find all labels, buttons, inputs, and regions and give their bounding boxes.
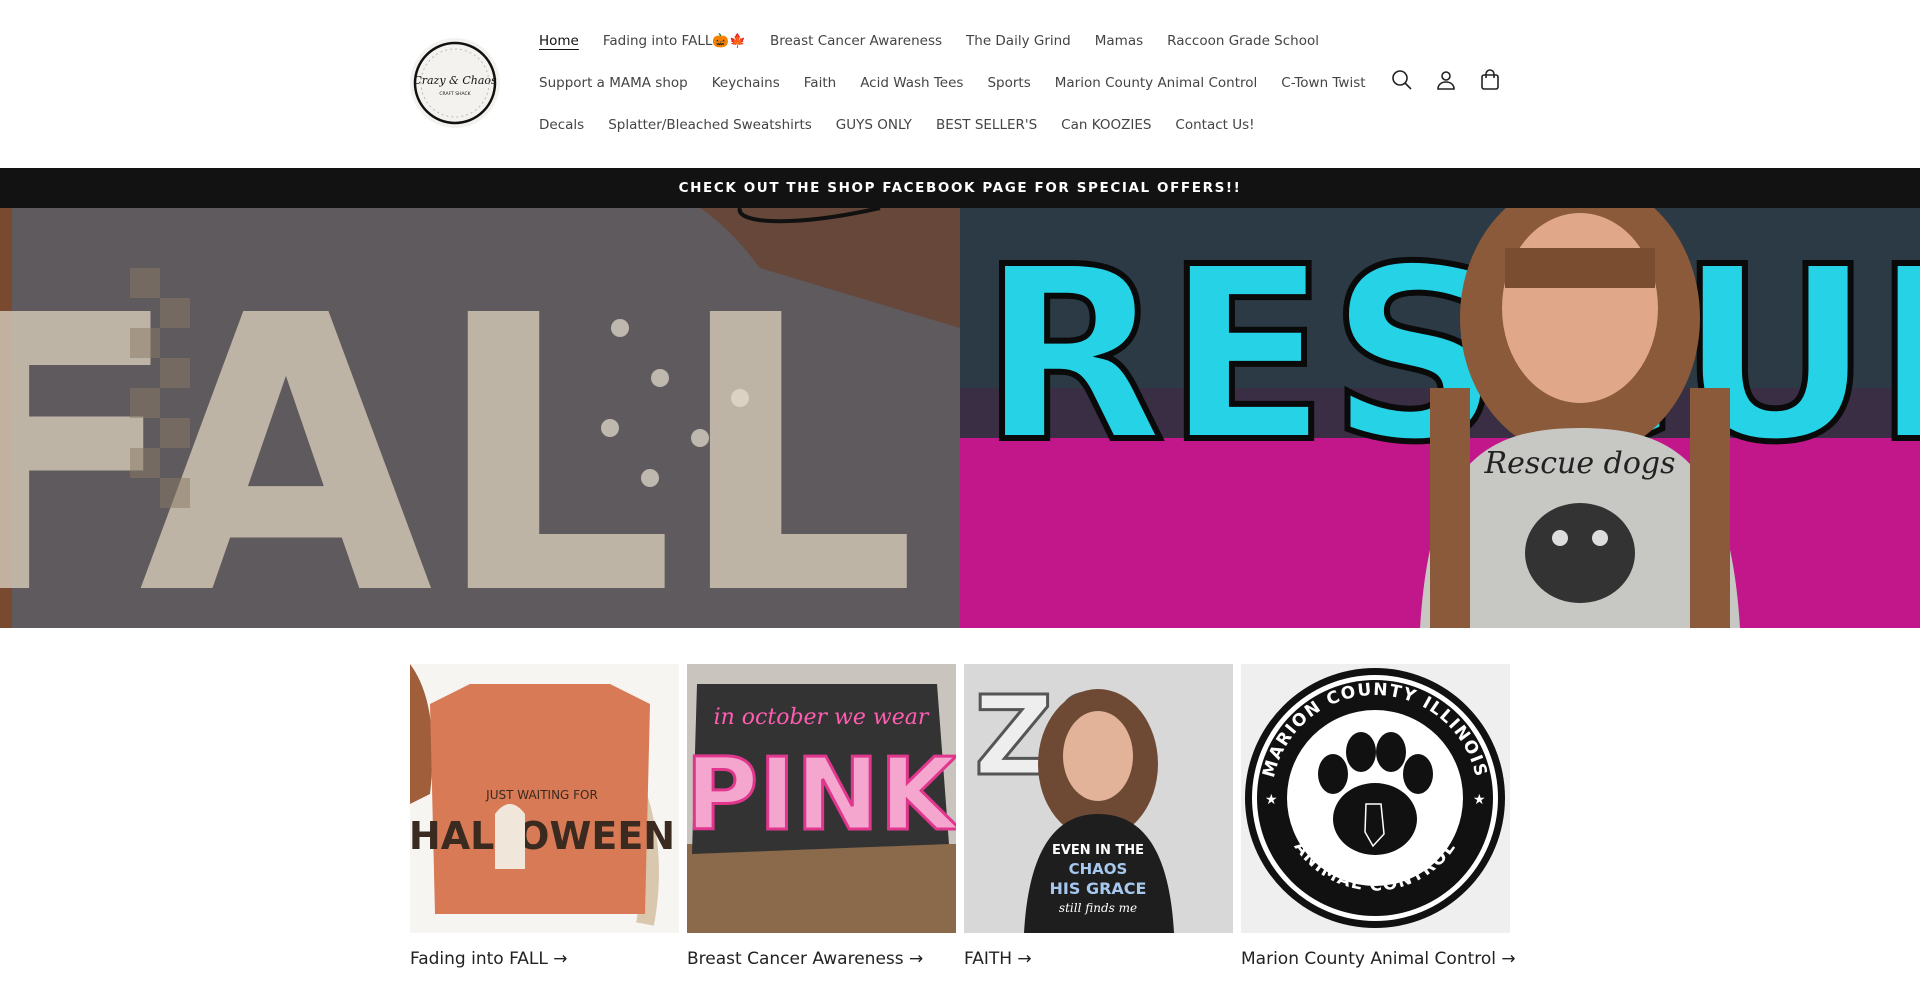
nav-fading-into-fall[interactable]: Fading into FALL🎃🍁 xyxy=(603,30,746,52)
svg-text:★: ★ xyxy=(1473,792,1486,808)
collection-list: JUST WAITING FOR HALLOWEEN Fading into F… xyxy=(410,664,1516,969)
nav-support-a-mama-shop[interactable]: Support a MAMA shop xyxy=(539,72,688,94)
collection-card-breast-cancer-awareness[interactable]: in october we wear PINK Breast Cancer Aw… xyxy=(687,664,956,969)
nav-raccoon-grade-school[interactable]: Raccoon Grade School xyxy=(1167,30,1319,52)
nav-guys-only[interactable]: GUYS ONLY xyxy=(836,114,912,136)
announcement-bar[interactable]: CHECK OUT THE SHOP FACEBOOK PAGE FOR SPE… xyxy=(0,168,1920,208)
nav-splatter-bleached-sweatshirts[interactable]: Splatter/Bleached Sweatshirts xyxy=(608,114,812,136)
art-line-1: EVEN IN THE xyxy=(1052,843,1144,858)
logo-script-text: Crazy & Chaos xyxy=(413,74,497,87)
header-icons xyxy=(1390,68,1502,92)
nav-marion-county-animal-control[interactable]: Marion County Animal Control xyxy=(1055,72,1258,94)
art-line-4: still finds me xyxy=(1059,901,1137,915)
collection-image[interactable]: MARION COUNTY ILLINOIS ANIMAL CONTROL ★ … xyxy=(1241,664,1510,933)
store-logo[interactable]: Crazy & Chaos CRAFT SHACK xyxy=(410,38,500,128)
nav-keychains[interactable]: Keychains xyxy=(712,72,780,94)
svg-text:★: ★ xyxy=(1265,792,1278,808)
art-line-1: JUST WAITING FOR xyxy=(485,788,598,802)
search-icon[interactable] xyxy=(1390,68,1414,92)
nav-decals[interactable]: Decals xyxy=(539,114,584,136)
shirt-text: Rescue dogs xyxy=(1483,446,1675,481)
main-nav-row-3: Decals Splatter/Bleached Sweatshirts GUY… xyxy=(539,114,1279,136)
nav-c-town-twist[interactable]: C-Town Twist xyxy=(1281,72,1365,94)
collection-title[interactable]: Breast Cancer Awareness → xyxy=(687,949,956,969)
art-line-2: CHAOS xyxy=(1069,860,1128,878)
art-line-2: HALLOWEEN xyxy=(410,814,675,858)
art-line-3: HIS GRACE xyxy=(1050,879,1147,898)
announcement-text: CHECK OUT THE SHOP FACEBOOK PAGE FOR SPE… xyxy=(678,180,1242,196)
nav-contact-us[interactable]: Contact Us! xyxy=(1175,114,1254,136)
art-line-1: in october we wear xyxy=(714,705,930,730)
nav-acid-wash-tees[interactable]: Acid Wash Tees xyxy=(860,72,963,94)
collection-card-marion-county-animal-control[interactable]: MARION COUNTY ILLINOIS ANIMAL CONTROL ★ … xyxy=(1241,664,1516,969)
nav-breast-cancer-awareness[interactable]: Breast Cancer Awareness xyxy=(770,30,942,52)
art-line-2: PINK xyxy=(687,736,956,853)
main-nav-row-2: Support a MAMA shop Keychains Faith Acid… xyxy=(539,72,1390,94)
collection-title[interactable]: Marion County Animal Control → xyxy=(1241,949,1516,969)
nav-the-daily-grind[interactable]: The Daily Grind xyxy=(966,30,1071,52)
nav-can-koozies[interactable]: Can KOOZIES xyxy=(1061,114,1151,136)
collection-card-fading-into-fall[interactable]: JUST WAITING FOR HALLOWEEN Fading into F… xyxy=(410,664,679,969)
account-icon[interactable] xyxy=(1434,68,1458,92)
nav-faith[interactable]: Faith xyxy=(804,72,836,94)
site-header: Crazy & Chaos CRAFT SHACK Home Fading in… xyxy=(0,0,1920,168)
collection-title[interactable]: Fading into FALL → xyxy=(410,949,679,969)
logo-sub-text: CRAFT SHACK xyxy=(439,91,471,97)
nav-home[interactable]: Home xyxy=(539,30,579,52)
collection-image[interactable]: JUST WAITING FOR HALLOWEEN xyxy=(410,664,679,933)
nav-best-sellers[interactable]: BEST SELLER'S xyxy=(936,114,1037,136)
main-nav-row-1: Home Fading into FALL🎃🍁 Breast Cancer Aw… xyxy=(539,30,1343,52)
collection-image[interactable]: in october we wear PINK xyxy=(687,664,956,933)
collection-card-faith[interactable]: ZS EVEN IN THE CHAOS HIS GRACE still fin… xyxy=(964,664,1233,969)
nav-sports[interactable]: Sports xyxy=(987,72,1030,94)
nav-mamas[interactable]: Mamas xyxy=(1095,30,1143,52)
cart-icon[interactable] xyxy=(1478,68,1502,92)
hero-image-rescue-dogs[interactable]: RESCUE Rescue dogs xyxy=(960,208,1920,628)
hero-image-fall-shirt[interactable]: FALL xyxy=(0,208,960,628)
collection-title[interactable]: FAITH → xyxy=(964,949,1233,969)
collection-image[interactable]: ZS EVEN IN THE CHAOS HIS GRACE still fin… xyxy=(964,664,1233,933)
